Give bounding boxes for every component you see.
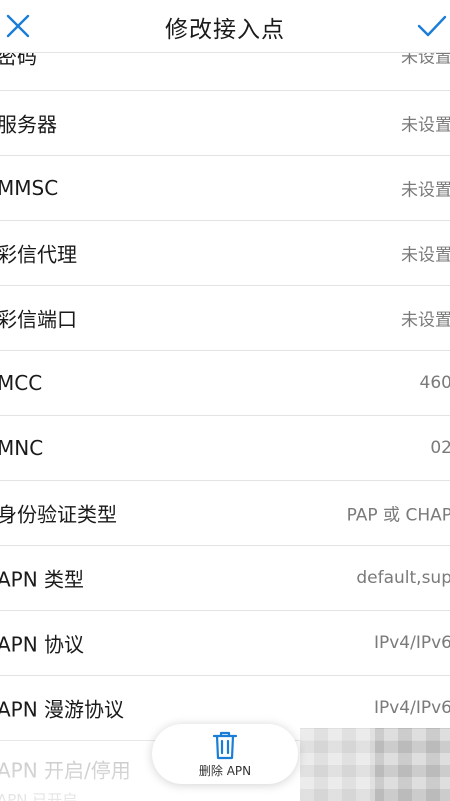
list-item-mmsc[interactable]: MMSC 未设置: [0, 156, 450, 221]
row-value: PAP 或 CHAP: [346, 505, 450, 526]
trash-icon: [212, 731, 238, 760]
list-item-mms-proxy[interactable]: 彩信代理 未设置: [0, 221, 450, 286]
row-label: MMSC: [0, 176, 59, 200]
title-bar: 修改接入点: [0, 0, 450, 53]
row-label: APN 类型: [0, 567, 85, 592]
row-label: APN 开启/停用: [0, 758, 131, 783]
row-label: APN 协议: [0, 632, 85, 657]
row-value: default,sup: [356, 568, 450, 588]
row-value: IPv4/IPv6: [373, 698, 450, 718]
list-item-mnc[interactable]: MNC 02: [0, 416, 450, 481]
row-label: APN 漫游协议: [0, 697, 125, 722]
list-item-server[interactable]: 服务器 未设置: [0, 91, 450, 156]
row-value: 460: [419, 373, 450, 393]
row-label: 身份验证类型: [0, 502, 117, 527]
row-value: 未设置: [401, 245, 450, 266]
row-value: 02: [430, 438, 450, 458]
delete-apn-label: 删除 APN: [198, 764, 252, 778]
row-subtitle: APN 已开启: [0, 791, 78, 801]
row-label: 彩信代理: [0, 242, 77, 267]
row-label: MNC: [0, 436, 44, 460]
pixelated-overlay: [300, 728, 450, 801]
delete-apn-button[interactable]: 删除 APN: [152, 724, 298, 784]
apn-settings-list[interactable]: 密码 未设置 服务器 未设置 MMSC 未设置 彩信代理 未设置 彩信端口 未设…: [0, 20, 450, 801]
row-label: MCC: [0, 371, 43, 395]
list-item-mms-port[interactable]: 彩信端口 未设置: [0, 286, 450, 351]
list-item-auth-type[interactable]: 身份验证类型 PAP 或 CHAP: [0, 481, 450, 546]
row-value: 未设置: [401, 310, 450, 331]
list-item-mcc[interactable]: MCC 460: [0, 351, 450, 416]
page-title: 修改接入点: [165, 17, 285, 43]
row-value: 未设置: [401, 115, 450, 136]
confirm-button[interactable]: [410, 4, 450, 48]
list-item-apn-type[interactable]: APN 类型 default,sup: [0, 546, 450, 611]
list-item-apn-protocol[interactable]: APN 协议 IPv4/IPv6: [0, 611, 450, 676]
row-value: IPv4/IPv6: [373, 633, 450, 653]
edit-apn-screen: 密码 未设置 服务器 未设置 MMSC 未设置 彩信代理 未设置 彩信端口 未设…: [0, 0, 450, 801]
row-label: 彩信端口: [0, 307, 77, 332]
row-value: 未设置: [401, 180, 450, 201]
row-label: 服务器: [0, 112, 57, 137]
check-icon: [417, 15, 447, 37]
